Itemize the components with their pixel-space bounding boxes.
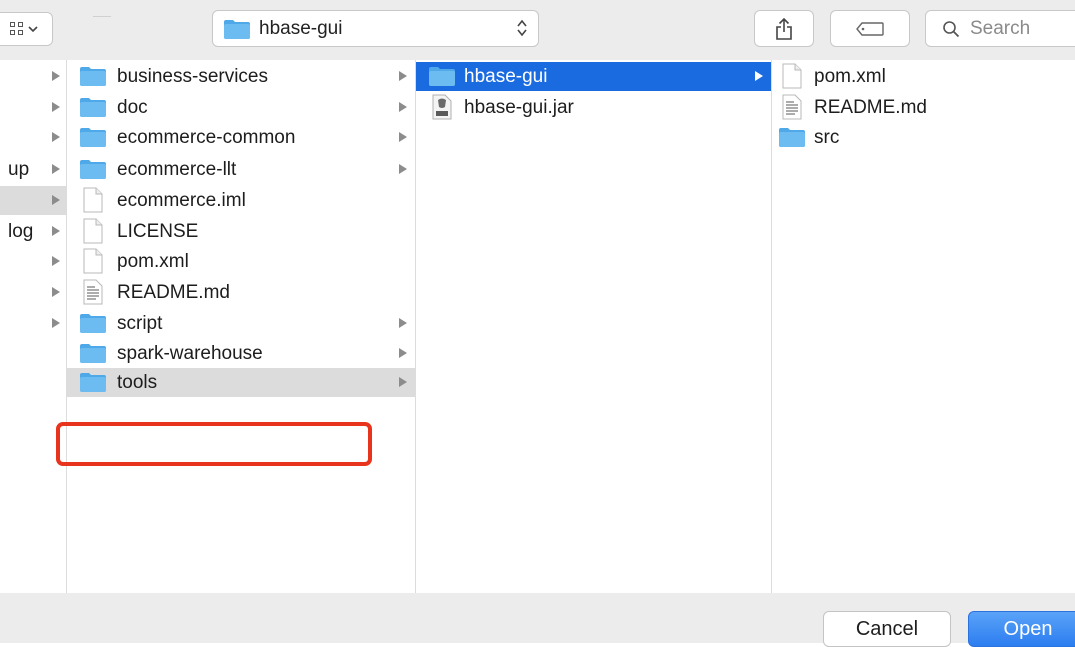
list-item[interactable]: ecommerce-common	[67, 123, 415, 152]
disclosure-arrow-icon	[52, 102, 60, 112]
list-item[interactable]: business-services	[67, 62, 415, 91]
list-item[interactable]: README.md	[67, 278, 415, 307]
file-icon	[83, 187, 103, 213]
list-item-selected[interactable]: hbase-gui	[416, 62, 771, 91]
disclosure-arrow-icon	[399, 164, 407, 174]
list-item[interactable]	[0, 309, 66, 338]
file-icon	[83, 218, 103, 244]
folder-icon	[80, 344, 106, 363]
list-item[interactable]: ecommerce.iml	[67, 186, 415, 215]
list-item[interactable]: pom.xml	[67, 247, 415, 276]
disclosure-arrow-icon	[399, 71, 407, 81]
list-item[interactable]	[0, 278, 66, 307]
folder-icon	[224, 19, 250, 39]
toolbar: hbase-gui	[0, 0, 1075, 60]
list-item[interactable]	[0, 93, 66, 122]
cancel-button[interactable]: Cancel	[823, 611, 951, 647]
folder-icon	[779, 128, 805, 147]
list-item[interactable]: ecommerce-llt	[67, 155, 415, 184]
text-file-icon	[83, 279, 103, 305]
search-icon	[943, 20, 960, 37]
tag-icon	[856, 21, 884, 36]
current-folder-label: hbase-gui	[259, 17, 343, 39]
folder-icon	[80, 128, 106, 147]
list-item[interactable]	[0, 123, 66, 152]
column-browser: up log business-services doc ecommerce-c…	[0, 60, 1075, 593]
project-column: business-services doc ecommerce-common e…	[66, 60, 415, 593]
file-icon	[782, 63, 802, 89]
open-button[interactable]: Open	[968, 611, 1075, 647]
toolbar-divider	[93, 16, 111, 17]
list-item[interactable]: pom.xml	[772, 62, 1075, 91]
list-item[interactable]: README.md	[772, 93, 1075, 122]
view-mode-button[interactable]	[0, 12, 53, 46]
disclosure-arrow-icon	[399, 102, 407, 112]
tools-column: hbase-gui hbase-gui.jar	[415, 60, 771, 593]
disclosure-arrow-icon	[755, 71, 763, 81]
disclosure-arrow-icon	[52, 132, 60, 142]
path-popup-button[interactable]: hbase-gui	[212, 10, 539, 47]
list-item[interactable]: up	[0, 155, 66, 184]
search-field[interactable]	[925, 10, 1075, 47]
list-item[interactable]	[0, 62, 66, 91]
file-icon	[83, 248, 103, 274]
updown-chevron-icon	[517, 19, 527, 37]
disclosure-arrow-icon	[52, 164, 60, 174]
share-button[interactable]	[754, 10, 814, 47]
list-item-selected[interactable]: tools	[67, 368, 415, 397]
chevron-down-icon	[27, 26, 38, 33]
list-item[interactable]: hbase-gui.jar	[416, 93, 771, 122]
jar-file-icon	[432, 94, 452, 120]
share-icon	[776, 17, 792, 40]
disclosure-arrow-icon	[52, 195, 60, 205]
list-item[interactable]: spark-warehouse	[67, 339, 415, 368]
folder-icon	[80, 98, 106, 117]
disclosure-arrow-icon	[399, 377, 407, 387]
list-item[interactable]: doc	[67, 93, 415, 122]
disclosure-arrow-icon	[52, 226, 60, 236]
disclosure-arrow-icon	[399, 348, 407, 358]
folder-icon	[429, 67, 455, 86]
folder-icon	[80, 373, 106, 392]
list-item[interactable]: src	[772, 123, 1075, 152]
disclosure-arrow-icon	[399, 132, 407, 142]
hbase-gui-column: pom.xml README.md src	[771, 60, 1075, 593]
text-file-icon	[782, 94, 802, 120]
folder-icon	[80, 67, 106, 86]
dialog-footer: Cancel Open	[0, 593, 1075, 647]
list-item[interactable]: LICENSE	[67, 217, 415, 246]
list-item[interactable]: script	[67, 309, 415, 338]
folder-icon	[80, 314, 106, 333]
disclosure-arrow-icon	[52, 287, 60, 297]
parent-column: up log	[0, 60, 66, 593]
tag-button[interactable]	[830, 10, 910, 47]
list-item-selected[interactable]	[0, 186, 66, 215]
list-item[interactable]	[0, 247, 66, 276]
disclosure-arrow-icon	[399, 318, 407, 328]
folder-icon	[80, 160, 106, 179]
disclosure-arrow-icon	[52, 71, 60, 81]
search-input[interactable]	[968, 16, 1072, 41]
disclosure-arrow-icon	[52, 256, 60, 266]
list-item[interactable]: log	[0, 217, 66, 246]
column-view-icon	[9, 22, 24, 36]
disclosure-arrow-icon	[52, 318, 60, 328]
